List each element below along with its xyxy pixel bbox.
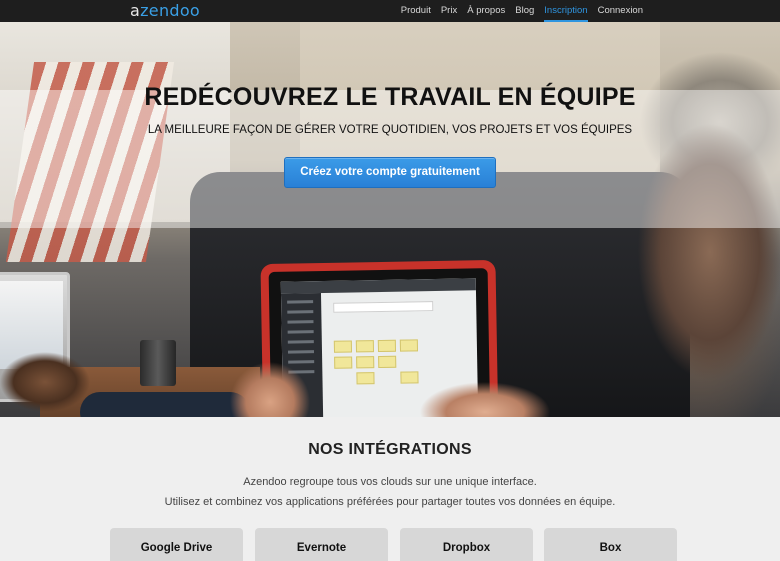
integration-card-box[interactable]: Box [544, 528, 677, 561]
integration-cards: Google Drive Evernote Dropbox Box [0, 528, 780, 561]
hero-subtitle: LA MEILLEURE FAÇON DE GÉRER VOTRE QUOTID… [147, 124, 633, 136]
integration-card-evernote[interactable]: Evernote [255, 528, 388, 561]
hero-photo-right-hand [420, 382, 550, 417]
azendoo-logo[interactable]: azendoo [130, 1, 200, 20]
integrations-section: NOS INTÉGRATIONS Azendoo regroupe tous v… [0, 417, 780, 561]
hero-section: REDÉCOUVREZ LE TRAVAIL EN ÉQUIPE LA MEIL… [0, 22, 780, 417]
nav-link-produit[interactable]: Produit [401, 0, 431, 22]
tablet-app-topbar [280, 278, 476, 294]
nav-link-inscription[interactable]: Inscription [544, 0, 588, 22]
hero-photo-shoe [0, 347, 90, 417]
nav-link-prix[interactable]: Prix [441, 0, 457, 22]
nav-link-a-propos[interactable]: À propos [467, 0, 505, 22]
nav-link-blog[interactable]: Blog [515, 0, 534, 22]
hero-title: REDÉCOUVREZ LE TRAVAIL EN ÉQUIPE [144, 83, 636, 111]
create-account-button[interactable]: Créez votre compte gratuitement [284, 157, 496, 188]
hero-photo-mug [140, 340, 176, 386]
logo-text-part2: zendoo [140, 1, 201, 20]
integrations-description-line1: Azendoo regroupe tous vos clouds sur une… [243, 476, 537, 488]
integration-card-dropbox[interactable]: Dropbox [400, 528, 533, 561]
integrations-title: NOS INTÉGRATIONS [308, 441, 472, 458]
integration-card-google-drive[interactable]: Google Drive [110, 528, 243, 561]
nav-link-connexion[interactable]: Connexion [598, 0, 643, 22]
logo-text-part1: a [130, 1, 141, 20]
top-navigation-bar: azendoo Produit Prix À propos Blog Inscr… [0, 0, 780, 22]
hero-photo-legs [80, 392, 250, 417]
main-nav: Produit Prix À propos Blog Inscription C… [391, 0, 643, 22]
integrations-description-line2: Utilisez et combinez vos applications pr… [164, 496, 616, 508]
hero-photo-left-hand [230, 362, 310, 417]
tablet-app-input [333, 301, 434, 313]
